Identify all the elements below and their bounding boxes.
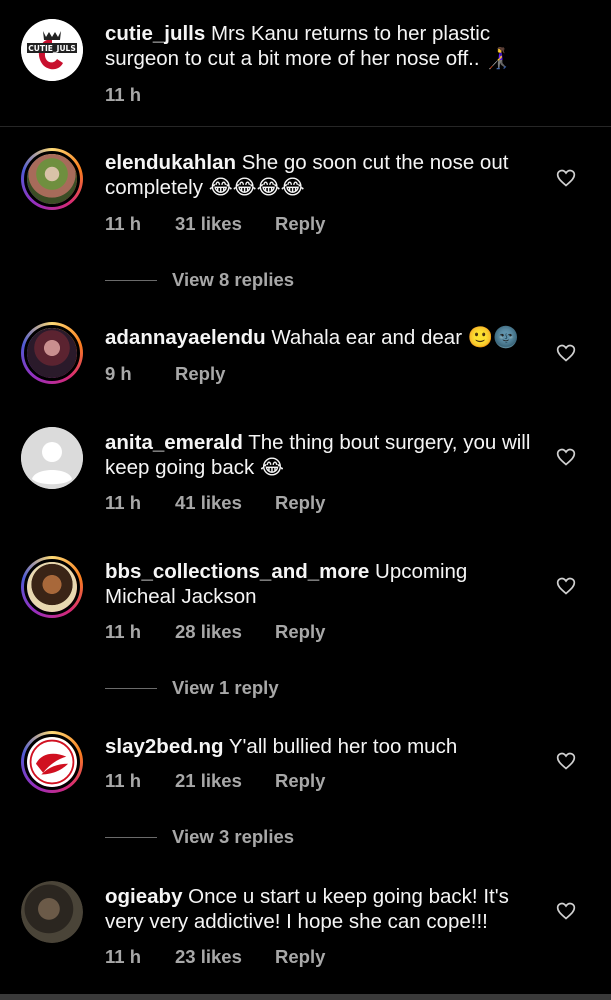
view-replies-label: View 3 replies <box>172 826 295 847</box>
emoji: 🙂🌚 <box>467 326 519 349</box>
view-replies-label: View 1 reply <box>172 677 279 698</box>
reply-button[interactable]: Reply <box>175 363 225 385</box>
username[interactable]: anita_emerald <box>105 431 243 454</box>
reply-button[interactable]: Reply <box>275 492 325 514</box>
heart-outline-icon[interactable] <box>556 901 576 921</box>
likes-count[interactable]: 21 likes <box>175 770 275 792</box>
comment-text: slay2bed.ng Y'all bullied her too much <box>105 734 535 759</box>
timestamp: 11 h <box>105 213 141 234</box>
heart-outline-icon[interactable] <box>556 168 576 188</box>
heart-outline-icon[interactable] <box>556 576 576 596</box>
username[interactable]: ogieaby <box>105 885 182 908</box>
username[interactable]: adannayaelendu <box>105 326 266 349</box>
comment-body: Y'all bullied her too much <box>228 735 458 758</box>
comment-text: anita_emerald The thing bout surgery, yo… <box>105 430 535 480</box>
avatar[interactable] <box>21 556 83 618</box>
avatar[interactable] <box>21 881 83 943</box>
comment-text: elendukahlan She go soon cut the nose ou… <box>105 150 535 200</box>
username[interactable]: cutie_julls <box>105 22 205 45</box>
timestamp: 11 h <box>105 621 141 642</box>
view-replies-label: View 8 replies <box>172 269 295 290</box>
reply-button[interactable]: Reply <box>275 946 325 968</box>
comment-meta: 11 h 41 likes Reply <box>105 492 325 514</box>
likes-count[interactable]: 31 likes <box>175 213 275 235</box>
view-replies-button[interactable]: View 8 replies <box>105 269 294 291</box>
caption-text: cutie_julls Mrs Kanu returns to her plas… <box>105 21 545 71</box>
timestamp: 11 h <box>105 84 141 105</box>
view-replies-button[interactable]: View 1 reply <box>105 677 279 699</box>
heart-outline-icon[interactable] <box>556 751 576 771</box>
svg-text:CUTIE_JULS: CUTIE_JULS <box>28 44 75 53</box>
bottom-edge <box>0 994 611 1000</box>
emoji: 😂😂😂😂 <box>208 176 305 199</box>
avatar[interactable]: CUTIE_JULS <box>21 19 83 81</box>
avatar[interactable] <box>21 148 83 210</box>
reply-button[interactable]: Reply <box>275 770 325 792</box>
timestamp: 11 h <box>105 492 141 513</box>
avatar[interactable] <box>21 731 83 793</box>
caption-meta: 11 h <box>105 84 175 106</box>
replies-line <box>105 687 157 689</box>
slay2bed-logo <box>27 737 77 787</box>
comment-meta: 9 h Reply <box>105 363 225 385</box>
avatar[interactable] <box>21 322 83 384</box>
heart-outline-icon[interactable] <box>556 343 576 363</box>
reply-button[interactable]: Reply <box>275 621 325 643</box>
emoji: 😂 <box>260 456 284 479</box>
heart-outline-icon[interactable] <box>556 447 576 467</box>
likes-count[interactable]: 28 likes <box>175 621 275 643</box>
default-avatar-icon <box>21 427 83 489</box>
comment-body: Wahala ear and dear <box>271 326 463 349</box>
cutie-julls-logo: CUTIE_JULS <box>21 19 83 81</box>
username[interactable]: bbs_collections_and_more <box>105 560 369 583</box>
timestamp: 11 h <box>105 946 141 967</box>
comment-meta: 11 h 21 likes Reply <box>105 770 325 792</box>
post-caption: CUTIE_JULS cutie_julls Mrs Kanu returns … <box>0 0 611 126</box>
comment-meta: 11 h 28 likes Reply <box>105 621 325 643</box>
view-replies-button[interactable]: View 3 replies <box>105 826 294 848</box>
likes-count[interactable]: 41 likes <box>175 492 275 514</box>
comment-meta: 11 h 23 likes Reply <box>105 946 325 968</box>
timestamp: 11 h <box>105 770 141 791</box>
reply-button[interactable]: Reply <box>275 213 325 235</box>
replies-line <box>105 279 157 281</box>
timestamp: 9 h <box>105 363 132 384</box>
avatar[interactable] <box>21 427 83 489</box>
comment-text: adannayaelendu Wahala ear and dear 🙂🌚 <box>105 325 535 350</box>
likes-count[interactable]: 23 likes <box>175 946 275 968</box>
username[interactable]: elendukahlan <box>105 151 236 174</box>
comment-meta: 11 h 31 likes Reply <box>105 213 325 235</box>
divider <box>0 126 611 127</box>
comment-text: ogieaby Once u start u keep going back! … <box>105 884 535 934</box>
replies-line <box>105 836 157 838</box>
username[interactable]: slay2bed.ng <box>105 735 224 758</box>
comment-text: bbs_collections_and_more Upcoming Michea… <box>105 559 535 609</box>
